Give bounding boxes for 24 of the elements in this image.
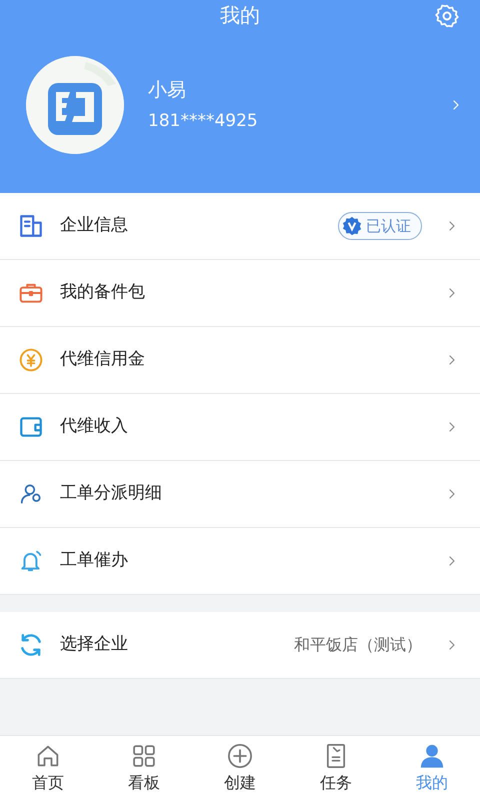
menu-item[interactable]: 企业信息 已认证 [0, 193, 480, 260]
menu-item[interactable]: 代维收入 [0, 394, 480, 461]
phone-number: 181****4925 [148, 110, 259, 132]
tab-item[interactable]: 首页 [0, 736, 96, 800]
building-icon [18, 213, 44, 239]
refresh-icon [18, 632, 44, 658]
verified-badge: 已认证 [338, 212, 422, 240]
tab-item[interactable]: 任务 [288, 736, 384, 800]
plus-icon [226, 742, 254, 770]
tab-item[interactable]: 看板 [96, 736, 192, 800]
tab-item[interactable]: 创建 [192, 736, 288, 800]
person-icon [418, 742, 446, 770]
user-name: 小易 [148, 78, 187, 103]
settings-icon [434, 3, 460, 29]
coin-icon [18, 347, 44, 373]
menu-item[interactable]: 代维信用金 [0, 327, 480, 394]
menu-item[interactable]: 工单催办 [0, 528, 480, 595]
verified-icon [342, 216, 362, 236]
page-title: 我的 [220, 2, 260, 29]
menu-item[interactable]: 选择企业 和平饭店（测试） [0, 612, 480, 679]
menu-item[interactable]: 工单分派明细 [0, 461, 480, 528]
grid-icon [130, 742, 158, 770]
settings-button[interactable] [434, 3, 460, 29]
menu-item[interactable]: 我的备件包 [0, 260, 480, 327]
